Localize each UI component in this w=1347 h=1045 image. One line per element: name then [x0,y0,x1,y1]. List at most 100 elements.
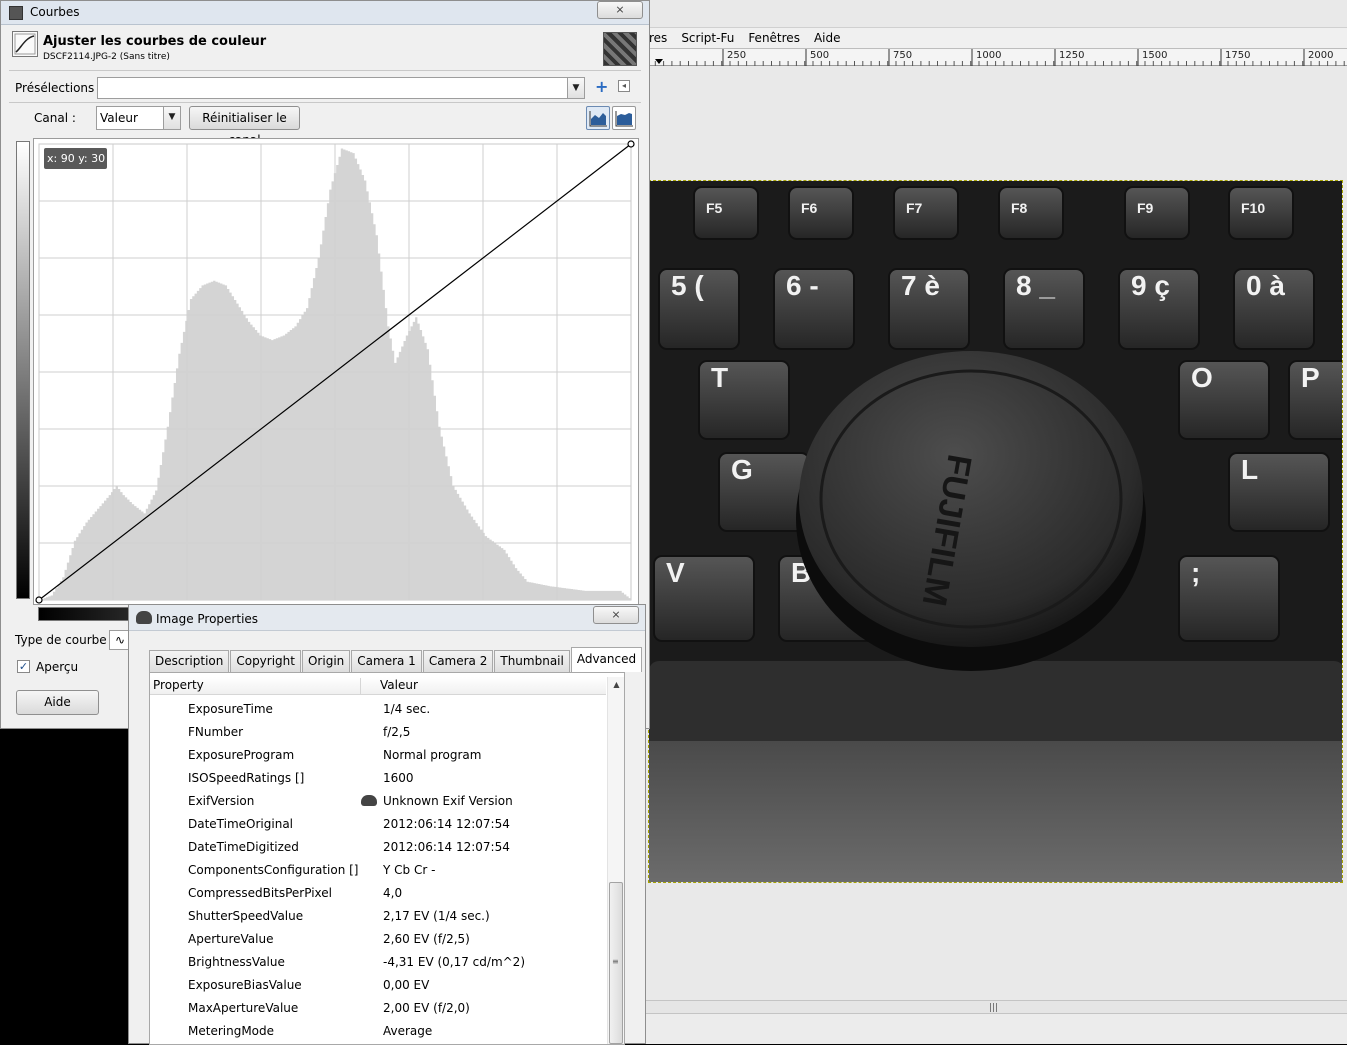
tab-description[interactable]: Description [149,650,230,672]
photo-key: T [698,360,790,440]
canvas-horizontal-scrollbar[interactable]: ||| [645,1000,1347,1014]
scroll-up-icon[interactable]: ▲ [608,677,625,693]
vertical-value-gradient [16,141,30,599]
property-name: DateTimeDigitized [188,840,299,854]
column-header-value[interactable]: Valeur [360,678,418,695]
tab-advanced[interactable]: Advanced [570,647,643,672]
photo-key-label: F9 [1137,200,1154,216]
ruler-label: 1500 [1142,50,1168,61]
photo-key: 7 è [888,268,970,350]
table-row[interactable]: DateTimeOriginal 2012:06:14 12:07:54 [150,810,606,833]
preview-checkbox[interactable]: ✓ [17,660,30,673]
property-name: FNumber [188,725,244,739]
table-row[interactable]: ExifVersion Unknown Exif Version [150,787,606,810]
chevron-down-icon[interactable]: ▼ [163,107,180,129]
reset-channel-button[interactable]: Réinitialiser le canal [189,106,300,147]
curves-window-title: Courbes [30,5,80,19]
scrollbar-grip-icon: ||| [989,1003,999,1013]
property-name: MeteringMode [188,1024,275,1038]
dialog-subheading: DSCF2114.JPG-2 (Sans titre) [43,52,170,62]
chevron-down-icon[interactable]: ▼ [567,78,584,98]
tab-camera-1[interactable]: Camera 1 [351,650,422,672]
close-button[interactable]: ⨯ [597,1,643,19]
photo-key: F10 [1228,186,1294,240]
table-row[interactable]: ExposureProgram Normal program [150,741,606,764]
property-value: f/2,5 [383,725,411,739]
scrollbar-thumb[interactable]: ≡ [609,882,623,1044]
advanced-panel: Property Valeur ExposureTime 1/4 sec. FNum… [149,672,625,1045]
properties-titlebar[interactable]: Image Properties ⨯ [129,605,645,631]
property-value: Average [383,1024,433,1038]
photo-key-label: 6 - [786,270,819,301]
property-value: 2,00 EV (f/2,0) [383,1001,470,1015]
image-thumbnail [603,32,637,66]
horizontal-ruler[interactable]: 250 500 750 1000 1250 1500 1750 2000 [645,48,1347,66]
preset-menu-icon[interactable]: ◂ [618,80,630,92]
tab-thumbnail[interactable]: Thumbnail [494,650,570,672]
property-value: 2012:06:14 12:07:54 [383,817,510,831]
photo-key: 9 ç [1118,268,1200,350]
presets-combo[interactable]: ▼ [97,77,585,99]
status-bar [645,1014,1347,1044]
properties-vertical-scrollbar[interactable]: ▲ ≡ [607,677,624,1044]
property-name: ExifVersion [188,794,255,808]
dialog-heading: Ajuster les courbes de couleur [43,34,267,49]
property-name: ExposureBiasValue [188,978,302,992]
table-row[interactable]: BrightnessValue -4,31 EV (0,17 cd/m^2) [150,948,606,971]
image-canvas[interactable]: F5 F6 F7 F8 F9 F10 5 (6 -7 è8 _ 9 ç0 à T O P G L V B; … [645,66,1347,1000]
property-name: ExposureTime [188,702,273,716]
curve-control-point[interactable] [627,140,635,148]
property-value: 0,00 EV [383,978,430,992]
curves-header: Ajuster les courbes de couleur DSCF2114.… [9,29,639,69]
photo-key-label: F6 [801,200,818,216]
help-button[interactable]: Aide [16,690,99,715]
ruler-label: 1250 [1059,50,1085,61]
image-properties-dialog: Image Properties ⨯ Description Copyright… [128,604,646,1045]
photo-key: V [653,555,755,642]
property-value: Normal program [383,748,482,762]
property-value: 2,60 EV (f/2,5) [383,932,470,946]
column-header-property[interactable]: Property [153,678,204,695]
table-row[interactable]: ApertureValue 2,60 EV (f/2,5) [150,925,606,948]
table-row[interactable]: ShutterSpeedValue 2,17 EV (1/4 sec.) [150,902,606,925]
log-histogram-button[interactable] [612,106,636,130]
menu-item-windows[interactable]: Fenêtres [741,31,807,45]
property-name: ShutterSpeedValue [188,909,304,923]
curves-titlebar[interactable]: Courbes ⨯ [1,1,649,25]
ruler-label: 500 [810,50,830,61]
menu-item-help[interactable]: Aide [807,31,848,45]
tab-copyright[interactable]: Copyright [230,650,301,672]
properties-table: ExposureTime 1/4 sec. FNumber f/2,5 Exposure… [150,695,606,1040]
property-value: 1600 [383,771,414,785]
menu-item-script-fu[interactable]: Script-Fu [674,31,741,45]
property-name: DateTimeOriginal [188,817,294,831]
main-menubar: res Script-Fu Fenêtres Aide [645,28,1347,48]
table-row[interactable]: ExposureTime 1/4 sec. [150,695,606,718]
table-row[interactable]: MaxApertureValue 2,00 EV (f/2,0) [150,994,606,1017]
table-row[interactable]: DateTimeDigitized 2012:06:14 12:07:54 [150,833,606,856]
cursor-coordinates: x: 90 y: 30 [44,148,107,169]
table-row[interactable]: FNumber f/2,5 [150,718,606,741]
table-row[interactable]: ISOSpeedRatings [] 1600 [150,764,606,787]
property-value: Unknown Exif Version [383,794,513,808]
property-name: ComponentsConfiguration [] [188,863,359,877]
main-titlebar [645,0,1347,28]
linear-histogram-button[interactable] [586,106,610,130]
photo-key: 6 - [773,268,855,350]
table-row[interactable]: MeteringMode Average [150,1017,606,1040]
curve-editor[interactable] [33,138,639,605]
tab-origin[interactable]: Origin [301,650,351,672]
channel-combo[interactable]: Valeur ▼ [96,106,181,130]
curve-control-point[interactable] [35,596,43,604]
add-preset-icon[interactable]: + [595,77,608,96]
close-button[interactable]: ⨯ [593,606,639,624]
photo-key: 8 _ [1003,268,1085,350]
linear-histogram-icon [589,111,607,127]
table-row[interactable]: ComponentsConfiguration [] Y Cb Cr - [150,856,606,879]
curve-plot [35,140,635,604]
table-row[interactable]: CompressedBitsPerPixel 4,0 [150,879,606,902]
photo-key-label: V [666,557,685,588]
table-row[interactable]: ExposureBiasValue 0,00 EV [150,971,606,994]
tab-camera-2[interactable]: Camera 2 [422,650,494,672]
photo-key: P [1288,360,1342,440]
